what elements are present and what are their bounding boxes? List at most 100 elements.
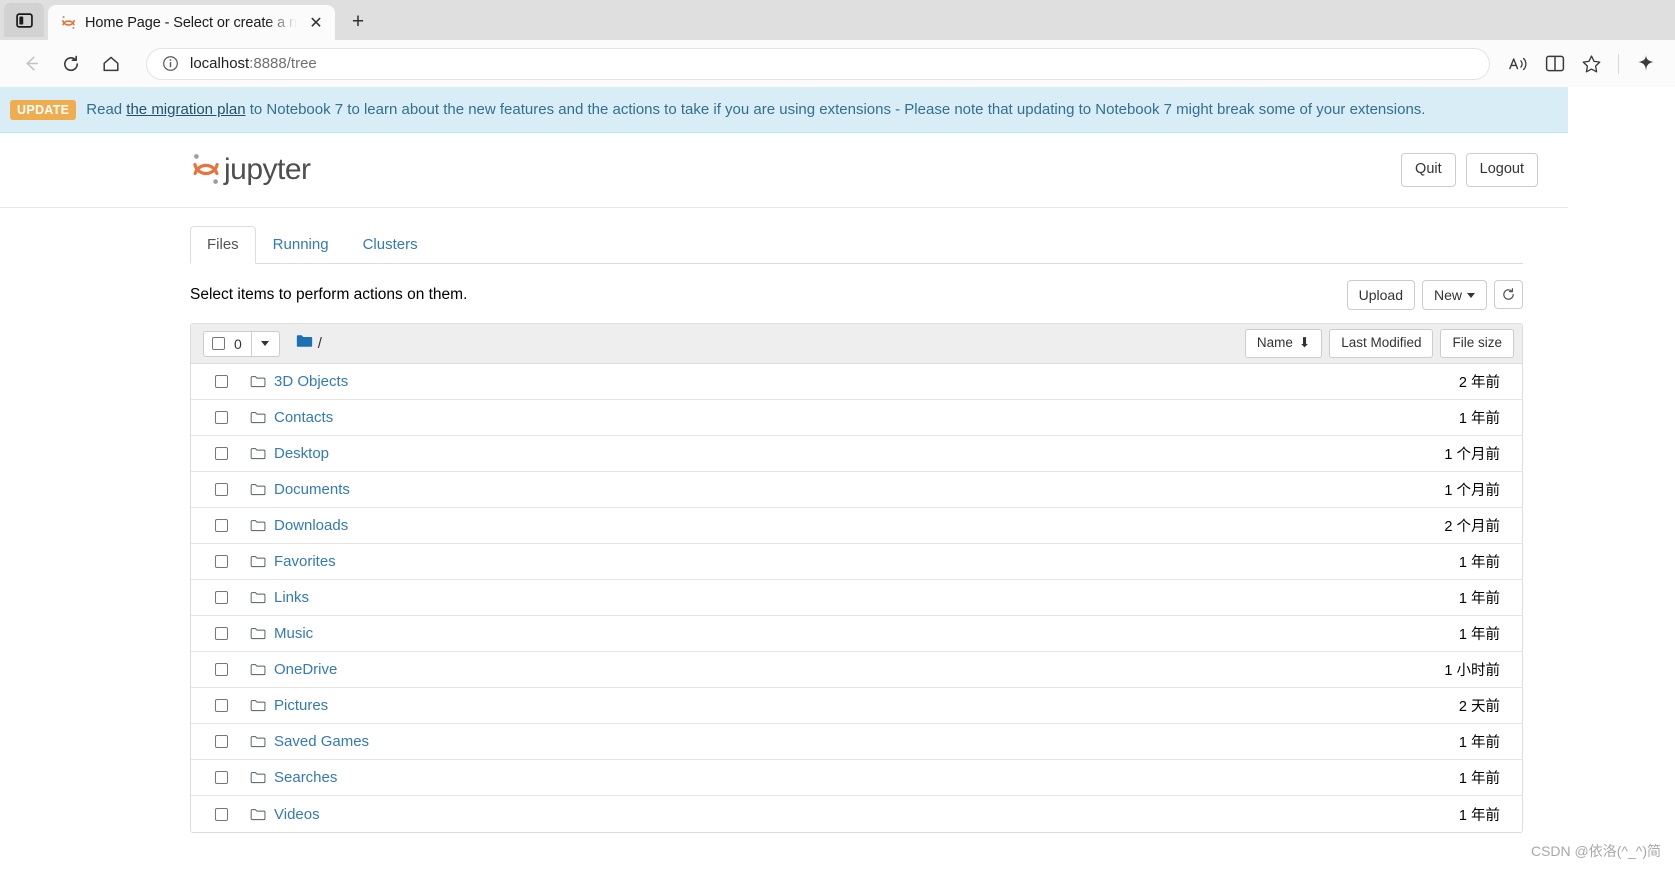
- jupyter-header: jupyter Quit Logout: [0, 133, 1568, 208]
- new-button[interactable]: New: [1421, 279, 1487, 311]
- tab-running[interactable]: Running: [256, 226, 346, 264]
- sort-by-modified-button[interactable]: Last Modified: [1329, 329, 1434, 358]
- file-name-link[interactable]: Saved Games: [274, 733, 369, 750]
- logout-button[interactable]: Logout: [1465, 153, 1538, 187]
- row-checkbox[interactable]: [215, 699, 228, 712]
- file-name-link[interactable]: Links: [274, 589, 309, 606]
- file-name-link[interactable]: Pictures: [274, 697, 328, 714]
- file-name-link[interactable]: OneDrive: [274, 661, 337, 678]
- file-name-link[interactable]: Videos: [274, 806, 320, 823]
- new-tab-button[interactable]: +: [341, 7, 375, 37]
- home-button[interactable]: [92, 47, 130, 81]
- folder-icon[interactable]: [296, 334, 313, 353]
- file-name-link[interactable]: Desktop: [274, 445, 329, 462]
- sort-by-size-button[interactable]: File size: [1440, 329, 1514, 358]
- sort-name-label: Name: [1256, 335, 1293, 351]
- row-checkbox[interactable]: [215, 375, 228, 388]
- table-row[interactable]: Saved Games 1 年前: [191, 724, 1522, 760]
- toolbar-actions: Upload New: [1346, 279, 1523, 311]
- collections-icon[interactable]: [1629, 48, 1663, 80]
- site-info-icon[interactable]: [159, 53, 181, 75]
- read-aloud-icon[interactable]: [1502, 48, 1536, 80]
- browser-tab-title: Home Page - Select or create a n: [85, 14, 297, 31]
- browser-tab[interactable]: Home Page - Select or create a n ✕: [48, 5, 335, 40]
- file-name-link[interactable]: Contacts: [274, 409, 333, 426]
- file-name-link[interactable]: 3D Objects: [274, 373, 348, 390]
- table-row[interactable]: 3D Objects 2 年前: [191, 364, 1522, 400]
- migration-plan-link[interactable]: the migration plan: [126, 101, 245, 118]
- select-all-dropdown-button[interactable]: [251, 330, 280, 357]
- folder-icon: [250, 699, 266, 713]
- jupyter-tabs: Files Running Clusters: [190, 226, 1523, 264]
- reload-button[interactable]: [52, 47, 90, 81]
- file-rows: 3D Objects 2 年前 Contacts 1 年前 Desktop 1 个月前 Do…: [191, 364, 1522, 832]
- folder-icon: [250, 591, 266, 605]
- folder-icon: [250, 627, 266, 641]
- row-checkbox[interactable]: [215, 663, 228, 676]
- folder-icon: [250, 807, 266, 821]
- reload-icon: [64, 55, 79, 71]
- table-row[interactable]: Documents 1 个月前: [191, 472, 1522, 508]
- file-name-link[interactable]: Documents: [274, 481, 350, 498]
- file-modified-time: 2 天前: [1458, 699, 1500, 715]
- back-button[interactable]: [12, 47, 50, 81]
- folder-icon: [250, 555, 266, 569]
- header-buttons: Quit Logout: [1401, 153, 1538, 187]
- table-row[interactable]: Pictures 2 天前: [191, 688, 1522, 724]
- tab-actions-icon[interactable]: [4, 3, 44, 37]
- select-all-checkbox[interactable]: [212, 337, 225, 350]
- jupyter-favicon-icon: [60, 14, 77, 31]
- table-row[interactable]: Contacts 1 年前: [191, 400, 1522, 436]
- address-bar[interactable]: localhost:8888/tree: [146, 47, 1490, 80]
- file-modified-time: 1 年前: [1458, 771, 1500, 787]
- row-checkbox[interactable]: [215, 771, 228, 784]
- folder-icon: [250, 663, 266, 677]
- file-modified-time: 1 年前: [1458, 555, 1500, 571]
- row-checkbox[interactable]: [215, 411, 228, 424]
- table-row[interactable]: Favorites 1 年前: [191, 544, 1522, 580]
- table-row[interactable]: OneDrive 1 小时前: [191, 652, 1522, 688]
- folder-icon: [250, 375, 266, 389]
- browser-toolbar: localhost:8888/tree: [0, 40, 1675, 87]
- row-checkbox[interactable]: [215, 483, 228, 496]
- chevron-down-icon: [1467, 293, 1475, 299]
- refresh-button[interactable]: [1494, 280, 1523, 310]
- table-row[interactable]: Downloads 2 个月前: [191, 508, 1522, 544]
- row-checkbox[interactable]: [215, 519, 228, 532]
- page-viewport: UPDATE Read the migration plan to Notebo…: [0, 87, 1675, 873]
- toolbar-right-icons: [1502, 48, 1663, 80]
- migration-alert-banner: UPDATE Read the migration plan to Notebo…: [0, 87, 1568, 133]
- file-modified-time: 1 年前: [1458, 735, 1500, 751]
- close-tab-icon[interactable]: ✕: [305, 12, 327, 34]
- row-checkbox[interactable]: [215, 627, 228, 640]
- sort-by-name-button[interactable]: Name ⬇: [1244, 329, 1323, 358]
- upload-button[interactable]: Upload: [1346, 279, 1415, 311]
- quit-button[interactable]: Quit: [1401, 153, 1456, 187]
- row-checkbox[interactable]: [215, 447, 228, 460]
- select-all-group: 0: [203, 330, 280, 357]
- split-screen-icon[interactable]: [1538, 48, 1572, 80]
- tab-clusters[interactable]: Clusters: [346, 226, 435, 264]
- row-checkbox[interactable]: [215, 591, 228, 604]
- table-row[interactable]: Videos 1 年前: [191, 796, 1522, 832]
- select-all-checkbox-box[interactable]: 0: [203, 330, 252, 357]
- favorite-star-icon[interactable]: [1574, 48, 1608, 80]
- table-row[interactable]: Music 1 年前: [191, 616, 1522, 652]
- file-name-link[interactable]: Favorites: [274, 553, 336, 570]
- row-checkbox[interactable]: [215, 807, 228, 821]
- table-row[interactable]: Searches 1 年前: [191, 760, 1522, 796]
- row-checkbox[interactable]: [215, 555, 228, 568]
- table-row[interactable]: Desktop 1 个月前: [191, 436, 1522, 472]
- file-modified-time: 2 个月前: [1444, 519, 1500, 535]
- table-row[interactable]: Links 1 年前: [191, 580, 1522, 616]
- tab-files[interactable]: Files: [190, 226, 256, 264]
- file-name-link[interactable]: Music: [274, 625, 313, 642]
- breadcrumb: /: [296, 334, 322, 353]
- update-badge: UPDATE: [10, 99, 77, 120]
- jupyter-logo[interactable]: jupyter: [190, 149, 311, 192]
- file-name-link[interactable]: Searches: [274, 769, 337, 786]
- alert-text-before: Read: [86, 101, 123, 118]
- row-checkbox[interactable]: [215, 735, 228, 748]
- file-name-link[interactable]: Downloads: [274, 517, 348, 534]
- jupyter-logo-text: jupyter: [224, 153, 311, 186]
